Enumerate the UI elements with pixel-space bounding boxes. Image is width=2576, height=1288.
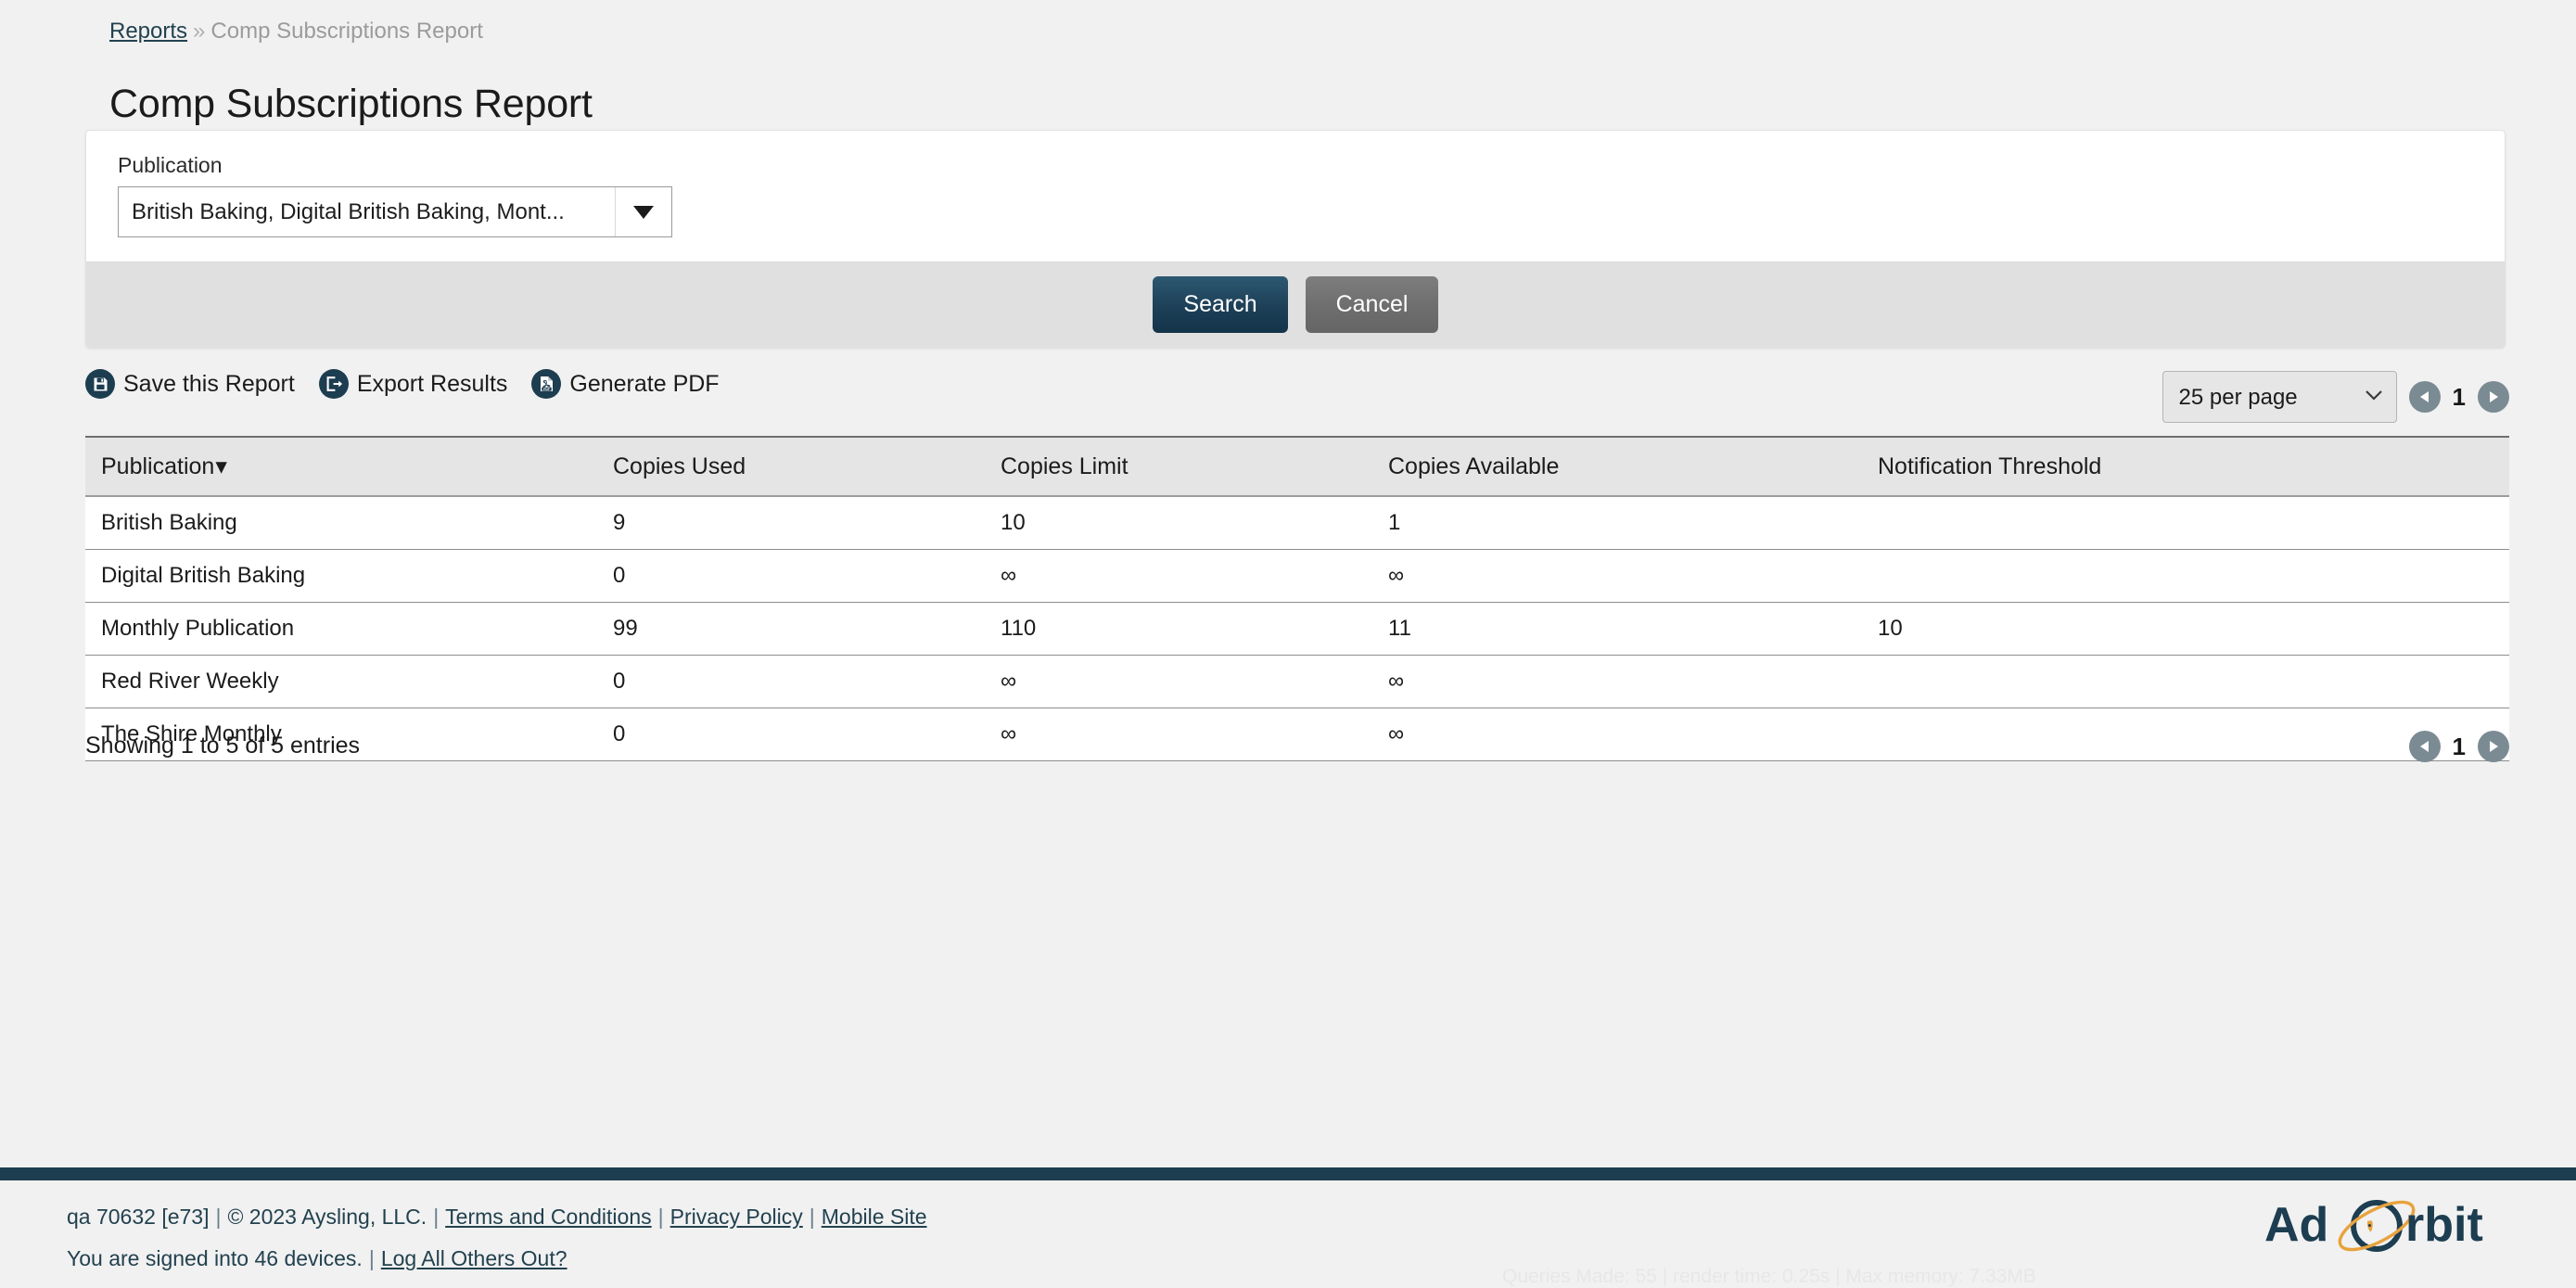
cell-notification-threshold: [1862, 496, 2509, 550]
publication-select[interactable]: British Baking, Digital British Baking, …: [118, 186, 672, 237]
terms-and-conditions-link[interactable]: Terms and Conditions: [445, 1205, 651, 1229]
cell-copies-available: 11: [1372, 602, 1862, 656]
logo-text-rbit: rbit: [2405, 1198, 2483, 1252]
column-header-publication-label: Publication: [101, 453, 215, 479]
privacy-policy-link[interactable]: Privacy Policy: [670, 1205, 803, 1229]
cell-copies-available: ∞: [1372, 549, 1862, 603]
footer-copyright: © 2023 Aysling, LLC.: [227, 1205, 427, 1229]
search-button[interactable]: Search: [1153, 276, 1288, 333]
cell-copies-used: 0: [597, 549, 985, 603]
footer-divider: |: [657, 1205, 664, 1229]
pdf-document-icon: PDF: [531, 369, 562, 399]
footer-divider: |: [809, 1205, 815, 1229]
caret-down-icon[interactable]: [616, 187, 671, 236]
cell-copies-used: 0: [597, 655, 985, 708]
next-page-button-top[interactable]: [2478, 381, 2509, 413]
footer-accent-bar: [0, 1167, 2576, 1180]
cell-copies-available: 1: [1372, 496, 1862, 550]
prev-page-button-bottom[interactable]: [2408, 731, 2441, 762]
footer-session-line: You are signed into 46 devices. | Log All …: [67, 1246, 567, 1271]
save-this-report-button[interactable]: Save this Report: [85, 369, 295, 399]
column-header-publication[interactable]: Publication▾: [85, 436, 597, 497]
svg-text:PDF: PDF: [543, 388, 550, 391]
cell-publication: Monthly Publication: [85, 602, 597, 656]
footer-legal-line: qa 70632 [e73] | © 2023 Aysling, LLC. | Term…: [67, 1205, 927, 1230]
cell-copies-limit: ∞: [985, 549, 1372, 603]
breadcrumb-separator: »: [193, 19, 206, 44]
cell-copies-limit: ∞: [985, 708, 1372, 761]
search-panel-body: Publication British Baking, Digital Brit…: [86, 131, 2505, 261]
page-title: Comp Subscriptions Report: [109, 81, 593, 126]
breadcrumb-link-reports[interactable]: Reports: [109, 19, 187, 44]
footer-divider: |: [215, 1205, 222, 1229]
report-table-head: Publication▾ Copies Used Copies Limit Co…: [85, 436, 2509, 497]
showing-entries-label: Showing 1 to 5 of 5 entries: [85, 733, 361, 759]
page-footer: qa 70632 [e73] | © 2023 Aysling, LLC. | Term…: [0, 1180, 2576, 1287]
export-results-button[interactable]: Export Results: [318, 369, 508, 399]
cell-copies-limit: 110: [985, 602, 1372, 656]
cell-publication: British Baking: [85, 496, 597, 550]
table-row[interactable]: The Shire Monthly 0 ∞ ∞: [85, 708, 2509, 761]
log-all-others-out-link[interactable]: Log All Others Out?: [381, 1246, 567, 1270]
cell-publication: Digital British Baking: [85, 549, 597, 603]
report-toolbar: Save this Report Export Results PDF Gene…: [85, 369, 720, 399]
pagination-top: 25 per page 1: [2162, 371, 2509, 423]
prev-page-button-top[interactable]: [2408, 381, 2441, 413]
mobile-site-link[interactable]: Mobile Site: [822, 1205, 927, 1229]
cell-copies-used: 99: [597, 602, 985, 656]
per-page-select[interactable]: 25 per page: [2162, 371, 2397, 423]
pagination-bottom: 1: [2408, 731, 2509, 762]
generate-pdf-label: Generate PDF: [569, 370, 720, 397]
column-header-copies-used[interactable]: Copies Used: [597, 436, 985, 497]
adorbit-logo: Ad rbit: [2264, 1195, 2513, 1255]
generate-pdf-button[interactable]: PDF Generate PDF: [531, 369, 720, 399]
breadcrumb: Reports» Comp Subscriptions Report: [109, 19, 483, 45]
save-disk-icon: [85, 369, 115, 399]
cell-notification-threshold: [1862, 655, 2509, 708]
column-header-notification-threshold[interactable]: Notification Threshold: [1862, 436, 2509, 497]
publication-select-value: British Baking, Digital British Baking, …: [119, 187, 616, 236]
table-row[interactable]: Digital British Baking 0 ∞ ∞: [85, 549, 2509, 603]
footer-divider: |: [433, 1205, 440, 1229]
per-page-select-wrap: 25 per page: [2162, 371, 2397, 423]
column-header-copies-limit[interactable]: Copies Limit: [985, 436, 1372, 497]
table-header-row: Publication▾ Copies Used Copies Limit Co…: [85, 436, 2509, 497]
logo-text-ad: Ad: [2264, 1198, 2328, 1252]
cell-notification-threshold: [1862, 549, 2509, 603]
cell-copies-available: ∞: [1372, 708, 1862, 761]
search-panel-actions: Search Cancel: [86, 261, 2505, 347]
current-page-number-top: 1: [2452, 382, 2466, 411]
cell-copies-used: 9: [597, 496, 985, 550]
current-page-number-bottom: 1: [2452, 732, 2466, 760]
cell-copies-available: ∞: [1372, 655, 1862, 708]
cell-notification-threshold: 10: [1862, 602, 2509, 656]
cell-publication: Red River Weekly: [85, 655, 597, 708]
search-panel: Publication British Baking, Digital Brit…: [85, 130, 2506, 348]
column-header-copies-available[interactable]: Copies Available: [1372, 436, 1862, 497]
report-table: Publication▾ Copies Used Copies Limit Co…: [85, 436, 2509, 761]
export-results-label: Export Results: [356, 370, 508, 397]
cell-copies-limit: ∞: [985, 655, 1372, 708]
publication-field-label: Publication: [118, 153, 223, 177]
report-table-wrap: Publication▾ Copies Used Copies Limit Co…: [85, 436, 2509, 761]
footer-divider: |: [368, 1246, 375, 1270]
signed-in-devices-label: You are signed into 46 devices.: [67, 1246, 363, 1270]
sort-caret-icon: ▾: [215, 453, 227, 479]
next-page-button-bottom[interactable]: [2478, 731, 2509, 762]
table-row[interactable]: Monthly Publication 99 110 11 10: [85, 602, 2509, 656]
debug-stats-label: Queries Made: 55 | render time: 0.25s | …: [1502, 1266, 2036, 1287]
report-table-body: British Baking 9 10 1 Digital British Ba…: [85, 496, 2509, 761]
export-arrow-icon: [318, 369, 349, 399]
table-row[interactable]: British Baking 9 10 1: [85, 496, 2509, 550]
cell-copies-limit: 10: [985, 496, 1372, 550]
cell-copies-used: 0: [597, 708, 985, 761]
breadcrumb-current: Comp Subscriptions Report: [210, 19, 483, 44]
footer-build-id: qa 70632 [e73]: [67, 1205, 210, 1229]
save-this-report-label: Save this Report: [123, 370, 295, 397]
table-row[interactable]: Red River Weekly 0 ∞ ∞: [85, 655, 2509, 708]
cancel-button[interactable]: Cancel: [1306, 276, 1438, 333]
